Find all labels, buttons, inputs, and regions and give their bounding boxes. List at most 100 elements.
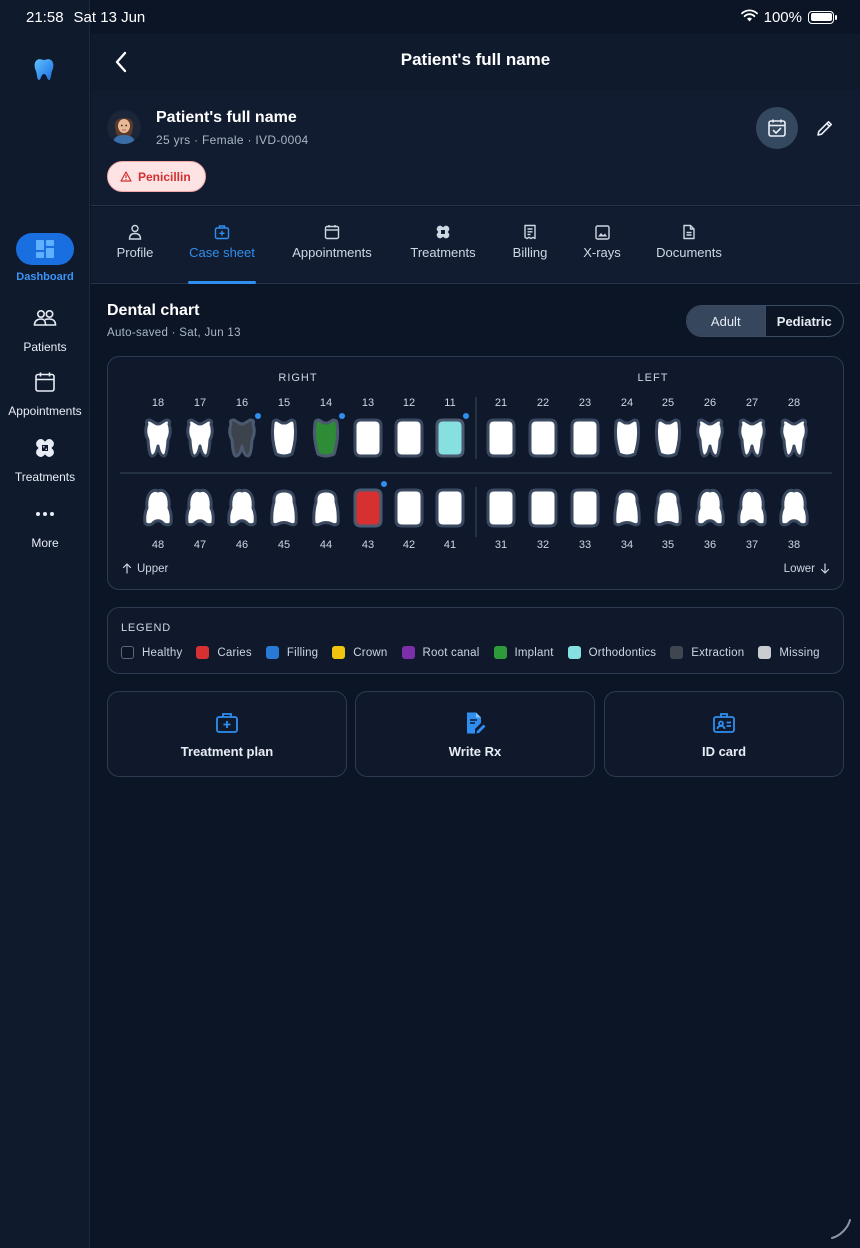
tooth-shape — [780, 418, 808, 458]
tab-profile[interactable]: Profile — [115, 207, 155, 283]
sidebar-item-more[interactable]: More — [0, 498, 90, 550]
tooth-27[interactable]: 27 — [738, 397, 766, 458]
tooth-33[interactable]: 33 — [570, 488, 600, 551]
tooth-47[interactable]: 47 — [185, 488, 215, 551]
legend-label: Extraction — [691, 646, 745, 659]
adult-option[interactable]: Adult — [687, 306, 765, 336]
status-right: 100% — [740, 8, 837, 26]
tooth-shape — [486, 418, 516, 458]
tooth-44[interactable]: 44 — [312, 489, 340, 551]
document-icon — [682, 223, 696, 241]
tab-billing[interactable]: Billing — [509, 207, 551, 283]
tooth-35[interactable]: 35 — [654, 489, 682, 551]
tooth-number: 37 — [746, 539, 758, 551]
tooth-note-dot — [255, 413, 261, 419]
legend-title: LEGEND — [121, 622, 172, 634]
tooth-26[interactable]: 26 — [696, 397, 724, 458]
tooth-shape — [394, 488, 424, 528]
tab-case-sheet[interactable]: Case sheet — [188, 207, 256, 284]
action-label: Treatment plan — [180, 744, 274, 759]
status-time: 21:58 — [26, 8, 64, 26]
tooth-18[interactable]: 18 — [144, 397, 172, 458]
sidebar-item-patients[interactable]: Patients — [0, 302, 90, 354]
sidebar-item-dashboard[interactable]: Dashboard — [0, 233, 90, 283]
id-card-button[interactable]: ID card — [604, 691, 844, 777]
autosave-status: Auto-saved · Sat, Jun 13 — [107, 327, 241, 339]
tooth-14[interactable]: 14 — [312, 397, 345, 458]
avatar — [107, 110, 141, 144]
resize-handle-icon — [831, 1219, 851, 1239]
legend-item: Implant — [493, 646, 554, 659]
tooth-48[interactable]: 48 — [143, 488, 173, 551]
sidebar-item-treatments[interactable]: Treatments — [0, 432, 90, 484]
schedule-appointment-button[interactable] — [756, 107, 798, 149]
medical-kit-icon — [214, 223, 230, 241]
tooth-25[interactable]: 25 — [654, 397, 682, 458]
tooth-12[interactable]: 12 — [394, 397, 424, 458]
tooth-45[interactable]: 45 — [270, 489, 298, 551]
legend-swatch — [401, 646, 415, 659]
tab-x-rays[interactable]: X-rays — [581, 207, 623, 283]
tab-treatments[interactable]: Treatments — [408, 207, 478, 283]
tab-label: Documents — [656, 245, 722, 260]
pediatric-option[interactable]: Pediatric — [764, 306, 844, 336]
tooth-number: 15 — [278, 397, 290, 409]
tooth-shape — [486, 488, 516, 528]
tooth-number: 36 — [704, 539, 716, 551]
tooth-17[interactable]: 17 — [186, 397, 214, 458]
tab-label: Case sheet — [189, 245, 255, 260]
dentition-toggle: Adult Pediatric — [686, 305, 844, 337]
tooth-number: 11 — [444, 397, 455, 409]
tooth-shape — [696, 418, 724, 458]
tooth-43[interactable]: 43 — [353, 481, 387, 551]
tooth-41[interactable]: 41 — [435, 488, 465, 551]
tab-appointments[interactable]: Appointments — [289, 207, 375, 283]
battery-percent: 100% — [763, 8, 802, 26]
legend-swatch — [121, 646, 134, 659]
tooth-13[interactable]: 13 — [353, 397, 383, 458]
tooth-28[interactable]: 28 — [780, 397, 808, 458]
tooth-22[interactable]: 22 — [528, 397, 558, 458]
legend-label: Crown — [353, 646, 388, 659]
legend-item: Caries — [196, 646, 252, 659]
edit-patient-button[interactable] — [812, 115, 838, 141]
legend-label: Filling — [286, 646, 319, 659]
legend: LEGEND Healthy Caries Filling Crown Root can… — [107, 607, 844, 674]
tooth-number: 33 — [579, 539, 591, 551]
tab-documents[interactable]: Documents — [653, 207, 725, 283]
tooth-number: 44 — [320, 539, 332, 551]
tab-bar: Profile Case sheet Appointments Treatmen… — [91, 207, 860, 284]
patient-header: Patient's full name 25 yrs · Female · IV… — [91, 90, 860, 206]
tooth-15[interactable]: 15 — [270, 397, 298, 458]
sidebar-item-label: Treatments — [14, 470, 76, 484]
legend-swatch — [265, 646, 279, 659]
tooth-24[interactable]: 24 — [613, 397, 641, 458]
tooth-38[interactable]: 38 — [779, 488, 809, 551]
tooth-11[interactable]: 11 — [435, 397, 469, 458]
tooth-37[interactable]: 37 — [737, 488, 767, 551]
tooth-46[interactable]: 46 — [227, 488, 257, 551]
tooth-shape — [737, 488, 767, 527]
tooth-34[interactable]: 34 — [613, 489, 641, 551]
tooth-21[interactable]: 21 — [486, 397, 516, 458]
tooth-42[interactable]: 42 — [394, 488, 424, 551]
tooth-number: 17 — [194, 397, 206, 409]
write-rx-button[interactable]: Write Rx — [355, 691, 595, 777]
tab-label: X-rays — [583, 245, 621, 260]
tooth-36[interactable]: 36 — [695, 488, 725, 551]
upper-label: Upper — [137, 563, 168, 575]
treatment-plan-button[interactable]: Treatment plan — [107, 691, 347, 777]
legend-swatch — [670, 646, 684, 659]
tooth-16[interactable]: 16 — [228, 397, 261, 458]
tooth-number: 16 — [236, 397, 248, 409]
allergy-badge[interactable]: Penicillin — [107, 161, 206, 192]
tooth-31[interactable]: 31 — [486, 488, 516, 551]
tooth-shape — [353, 418, 383, 458]
legend-item: Root canal — [401, 646, 480, 659]
tooth-32[interactable]: 32 — [528, 488, 558, 551]
sidebar-item-appointments[interactable]: Appointments — [0, 366, 90, 418]
tooth-number: 14 — [320, 397, 332, 409]
tooth-23[interactable]: 23 — [570, 397, 600, 458]
tooth-note-dot — [463, 413, 469, 419]
patient-name: Patient's full name — [156, 109, 297, 126]
